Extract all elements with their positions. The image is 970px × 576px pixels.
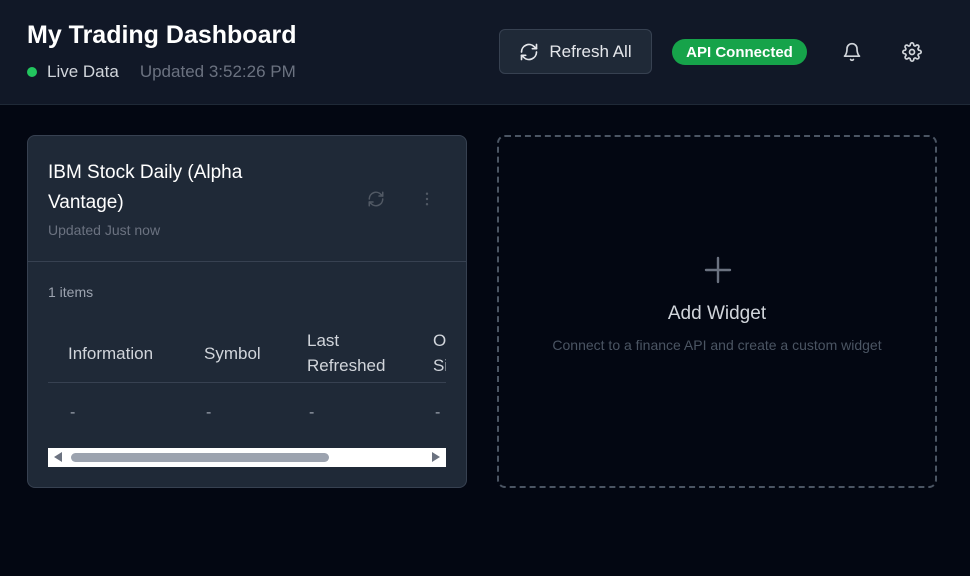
scrollbar-thumb[interactable] [71,453,329,462]
widget-refresh-button[interactable] [365,188,387,210]
notifications-button[interactable] [837,37,867,67]
gear-icon [902,42,922,62]
refresh-icon [521,43,538,60]
widget-menu-button[interactable] [416,188,438,210]
widget-updated-text: Updated Just now [48,222,161,238]
data-table: Information Symbol Last Refreshed Output… [48,322,446,448]
table-cell: - [435,404,441,421]
refresh-all-button[interactable]: Refresh All [499,29,652,74]
widget-divider [28,261,466,262]
scroll-right-arrow-icon[interactable] [432,452,440,462]
settings-button[interactable] [897,37,927,67]
column-header-symbol: Symbol [204,344,261,363]
page-title: My Trading Dashboard [27,21,297,49]
bell-icon [843,42,861,62]
items-count: 1 items [48,284,94,300]
plus-icon [704,256,732,284]
column-header-last-refreshed: Last Refreshed [307,331,386,375]
api-status-badge: API Connected [672,39,807,65]
scroll-left-arrow-icon[interactable] [54,452,62,462]
table-cell: - [309,404,315,421]
widget-title: IBM Stock Daily (Alpha Vantage) [48,162,243,213]
more-vertical-icon [425,192,429,206]
table-cell: - [70,404,76,421]
add-widget-description: Connect to a finance API and create a cu… [552,337,882,353]
dashboard-header: My Trading Dashboard Live Data Updated 3… [0,0,970,105]
add-widget-card[interactable]: Add Widget Connect to a finance API and … [497,135,937,488]
ibm-stock-widget: IBM Stock Daily (Alpha Vantage) Updated … [27,135,467,488]
updated-timestamp: Updated 3:52:26 PM [139,62,296,81]
add-widget-title: Add Widget [667,303,767,324]
live-data-label: Live Data [47,62,119,81]
table-cell: - [206,404,212,421]
table-header-row: Information Symbol Last Refreshed Output… [48,322,446,383]
table-horizontal-scrollbar[interactable] [48,448,446,467]
column-header-output-size: Output Size [433,331,446,375]
live-indicator-dot [27,67,37,77]
status-row: Live Data Updated 3:52:26 PM [27,62,296,82]
column-header-information: Information [68,344,154,363]
refresh-all-label: Refresh All [549,41,632,61]
refresh-icon [368,191,384,207]
